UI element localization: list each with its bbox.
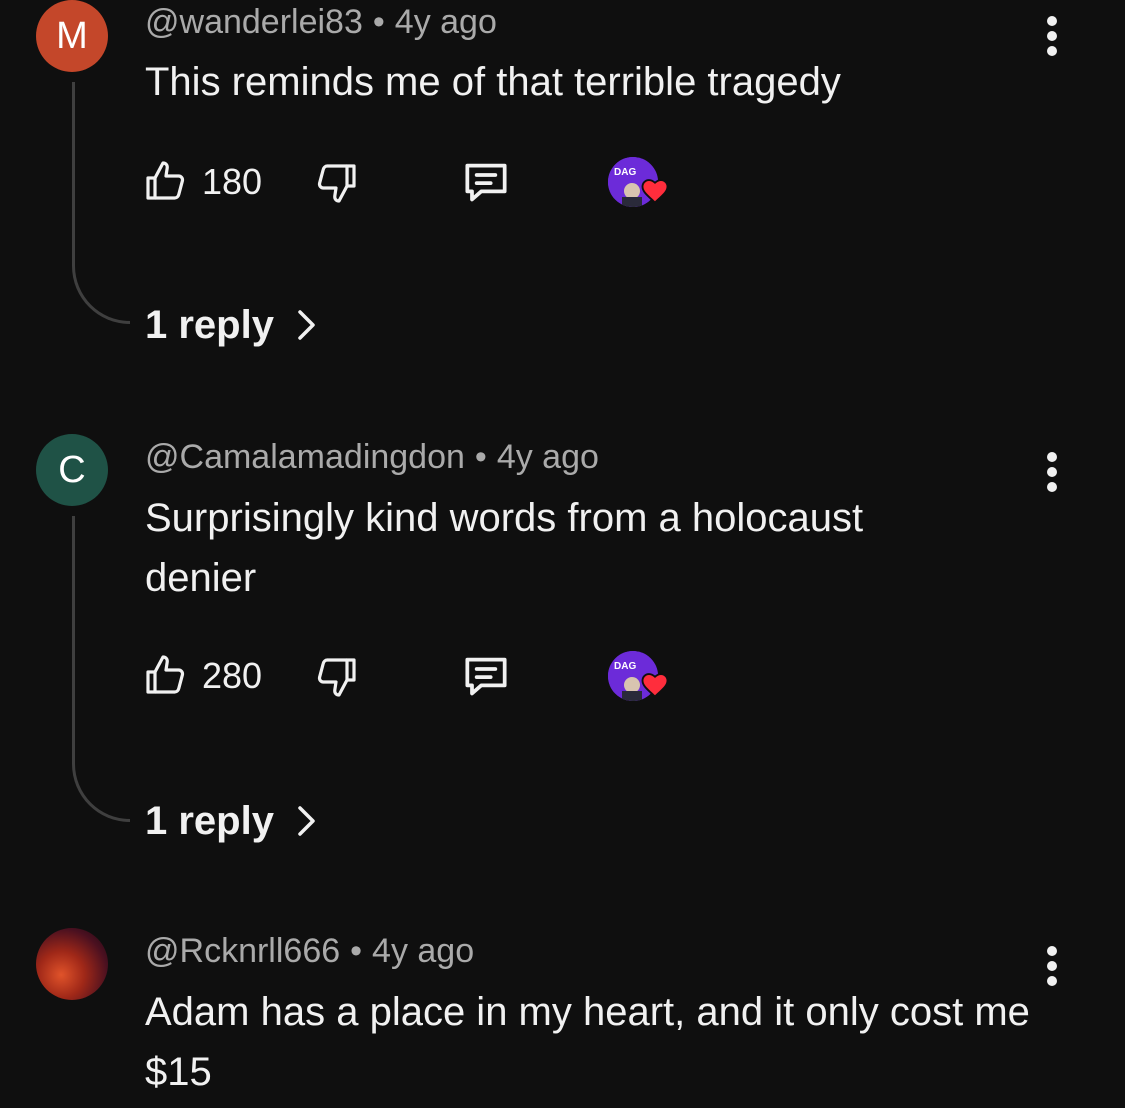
thumbs-down-icon [317,164,356,203]
like-count: 180 [202,161,263,202]
dislike-button[interactable] [312,152,360,212]
like-button[interactable]: 180 [142,152,262,212]
view-replies-link[interactable]: 1 reply [145,796,318,846]
chevron-right-icon [296,308,318,342]
comment-actions: 280 DAG [0,646,1125,706]
comment-author-handle[interactable]: @Camalamadingdon [145,438,465,476]
more-options-icon[interactable] [1034,12,1070,60]
comment-item: @Rcknrll666 • 4y ago Adam has a place in m… [0,928,1125,1108]
view-replies-link[interactable]: 1 reply [145,300,318,350]
comment-icon [465,163,507,202]
comment-author-handle[interactable]: @Rcknrll666 [145,932,340,970]
thumbs-up-icon [146,655,185,694]
creator-heart: DAG [608,646,669,706]
comment-timestamp: 4y ago [394,3,497,41]
comment-meta: @wanderlei83 • 4y ago [145,2,497,42]
reply-button[interactable] [458,646,514,706]
comment-item: C @Camalamadingdon • 4y ago Surprisingly k… [0,434,1125,854]
like-count: 280 [202,655,263,696]
dislike-button[interactable] [312,646,360,706]
chevron-right-icon [296,804,318,838]
comment-timestamp: 4y ago [372,932,475,970]
comment-timestamp: 4y ago [496,438,599,476]
comment-icon [465,657,507,696]
like-button[interactable]: 280 [142,646,262,706]
more-options-icon[interactable] [1034,448,1070,496]
meta-separator: • [350,932,363,970]
comment-text: Surprisingly kind words from a holocaust… [145,496,864,600]
comment-meta: @Rcknrll666 • 4y ago [145,931,474,971]
thumbs-up-icon [146,161,185,200]
meta-separator: • [474,438,487,476]
heart-icon [641,673,669,698]
avatar[interactable]: M [36,0,108,72]
comment-author-handle[interactable]: @wanderlei83 [145,3,363,41]
replies-count-label: 1 reply [145,799,274,843]
comment-meta: @Camalamadingdon • 4y ago [145,437,599,477]
meta-separator: • [372,3,385,41]
avatar[interactable] [36,928,108,1000]
avatar[interactable]: C [36,434,108,506]
heart-icon [641,179,669,204]
creator-avatar-label: DAG [614,661,636,672]
comment-actions: 180 DAG [0,152,1125,212]
comment-item: M @wanderlei83 • 4y ago This reminds me of… [0,0,1125,380]
creator-heart: DAG [608,152,669,212]
comment-text: Adam has a place in my heart, and it onl… [145,990,1030,1094]
creator-avatar-label: DAG [614,167,636,178]
replies-count-label: 1 reply [145,303,274,347]
reply-button[interactable] [458,152,514,212]
more-options-icon[interactable] [1034,942,1070,990]
thumbs-down-icon [317,658,356,697]
comment-text: This reminds me of that terrible tragedy [145,60,841,104]
